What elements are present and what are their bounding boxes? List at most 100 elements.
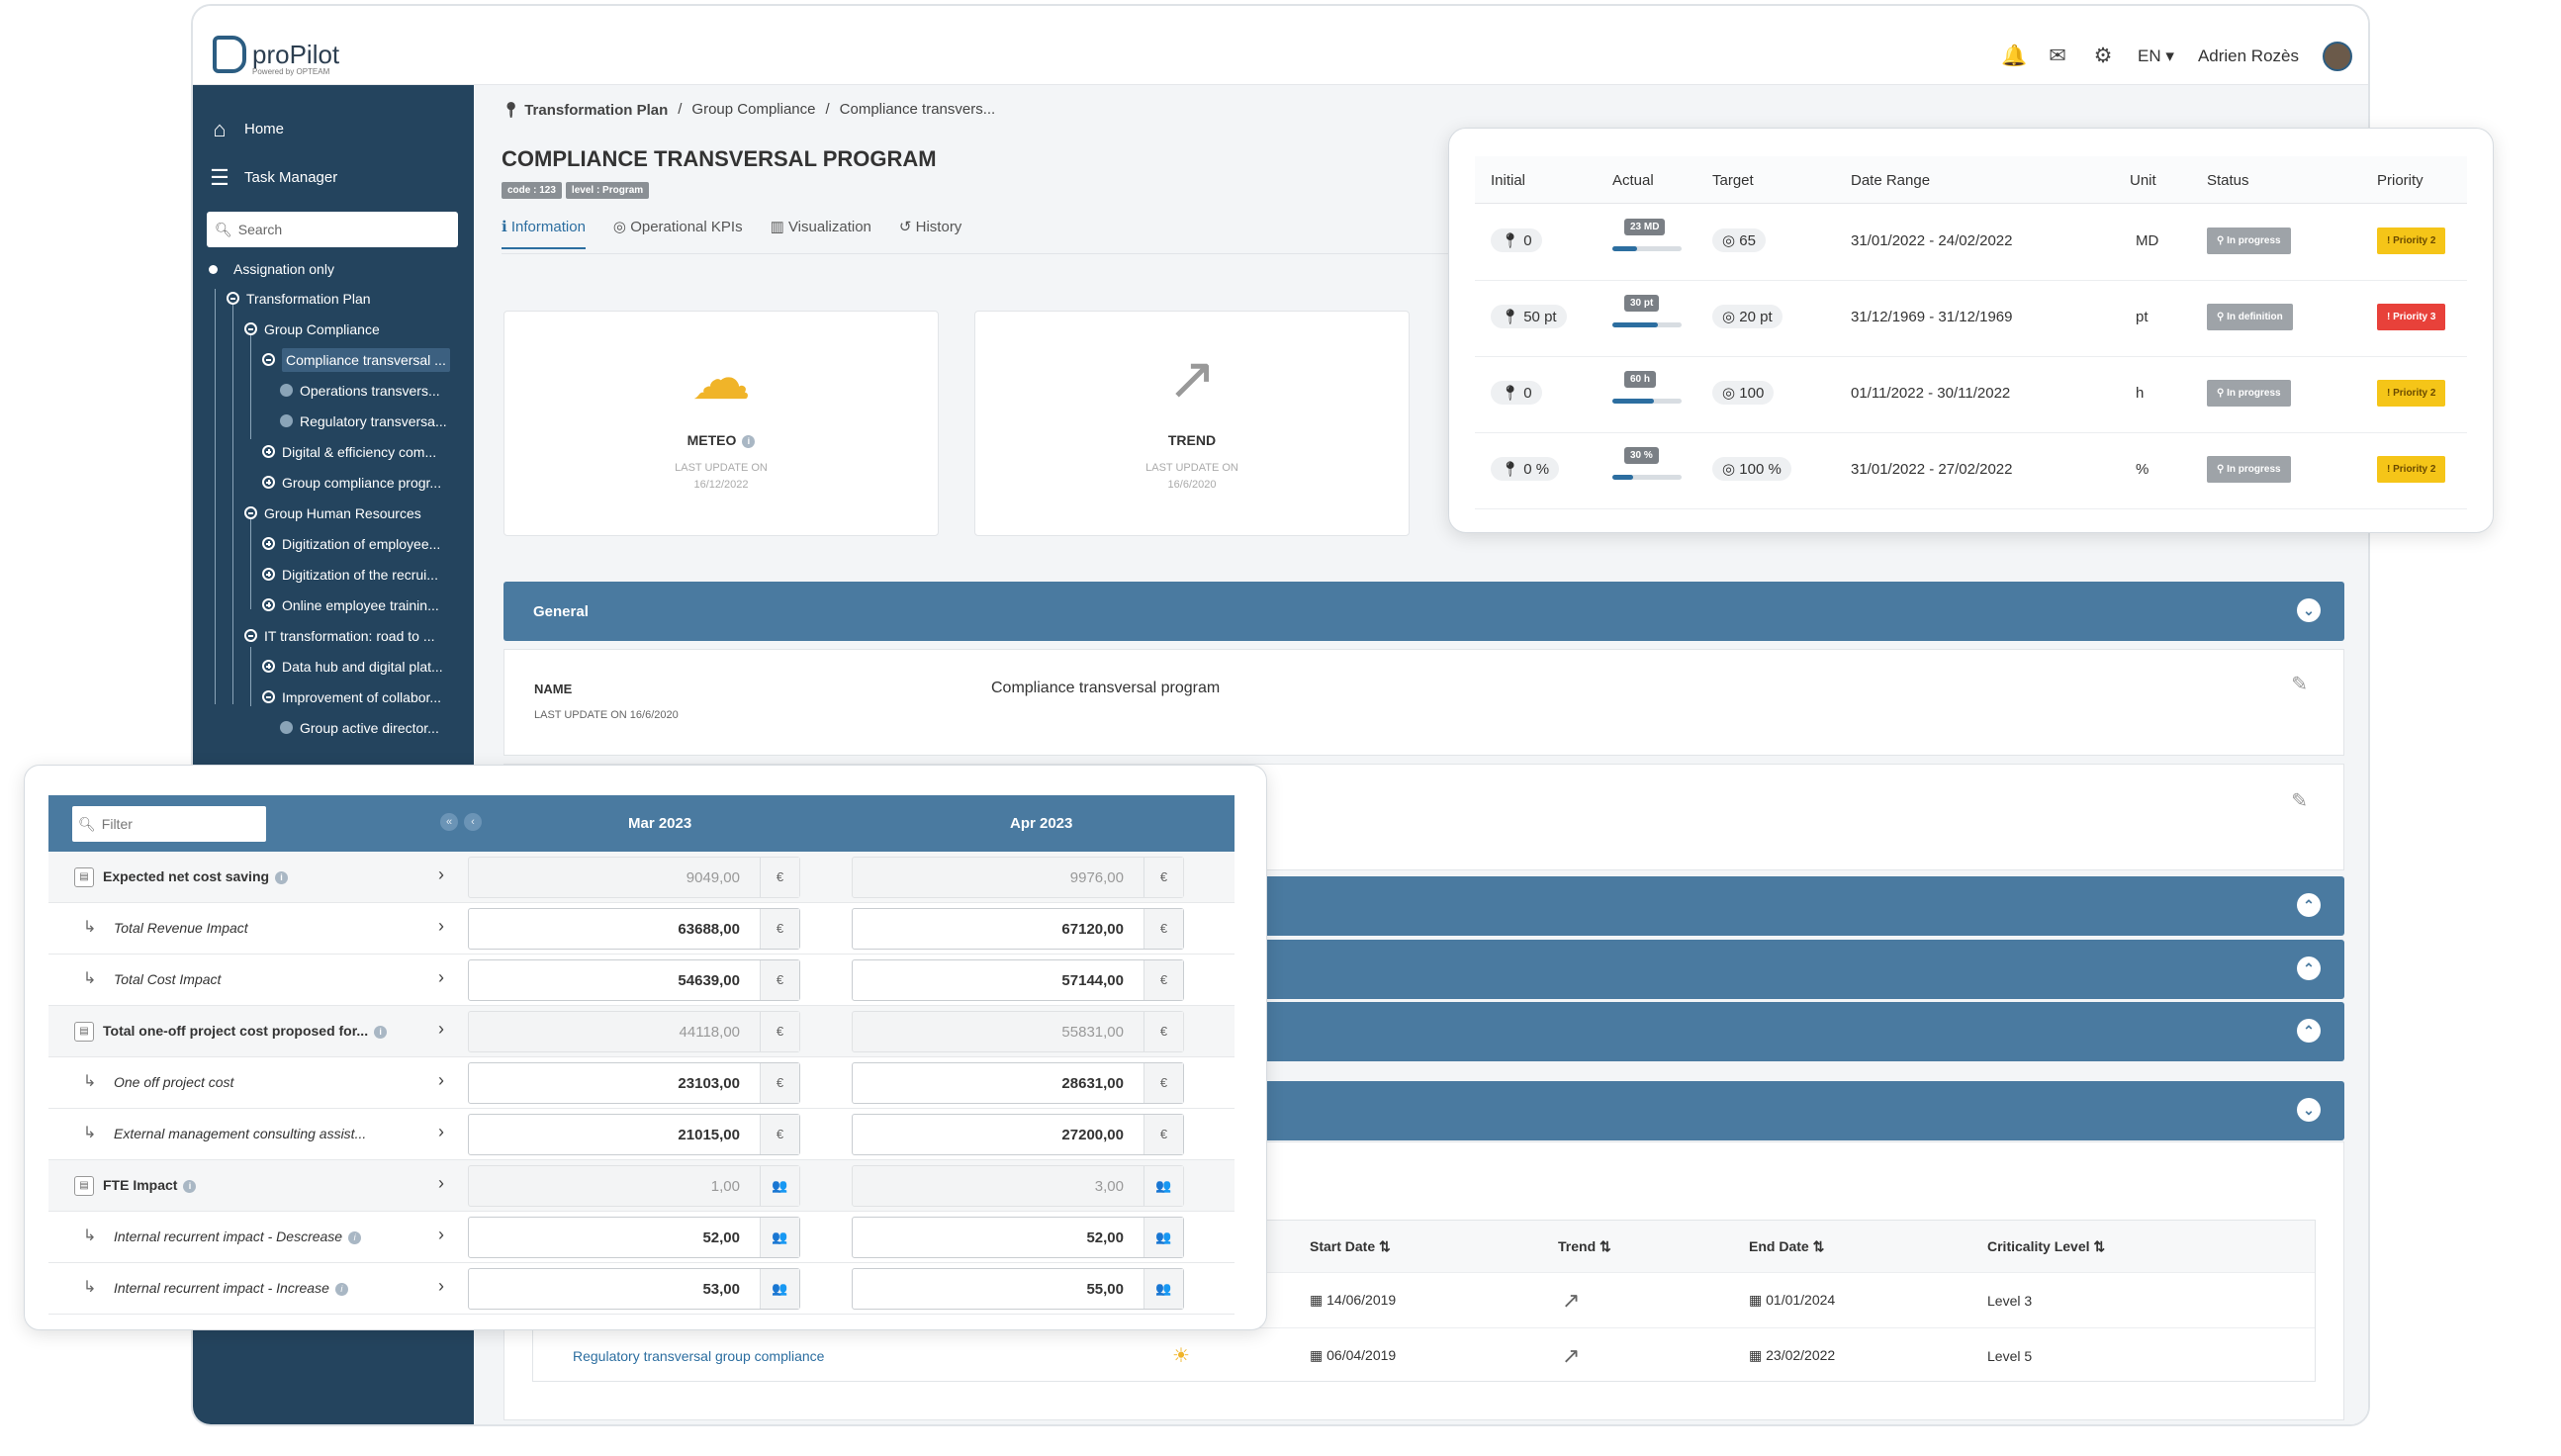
financial-row[interactable]: ▤ Total one-off project cost proposed for… xyxy=(48,1006,1235,1057)
trend-card[interactable]: ↗ TREND LAST UPDATE ON 16/6/2020 xyxy=(974,311,1410,536)
info-icon[interactable]: i xyxy=(374,1025,388,1039)
status-badge[interactable]: ⚲ In progress xyxy=(2207,456,2291,483)
tree-item[interactable]: Online employee trainin... xyxy=(193,590,474,620)
assignation-only-toggle[interactable]: Assignation only xyxy=(193,255,474,283)
col-criticality[interactable]: Criticality Level ⇅ xyxy=(1987,1238,2105,1255)
value-input-apr[interactable]: 52,00 👥 xyxy=(852,1217,1184,1258)
priority-badge[interactable]: ! Priority 3 xyxy=(2377,304,2446,330)
tree-item[interactable]: Group active director... xyxy=(193,712,474,743)
mail-icon[interactable]: ✉ xyxy=(2047,46,2068,67)
language-selector[interactable]: EN ▾ xyxy=(2138,46,2174,66)
meteo-card[interactable]: ☁ METEO i LAST UPDATE ON 16/12/2022 xyxy=(503,311,939,536)
kpi-row[interactable]: 📍︎ 0 60 h ◎ 100 01/11/2022 - 30/11/2022 h ⚲ I… xyxy=(1475,357,2467,433)
expand-chevron-icon[interactable]: › xyxy=(438,1070,444,1091)
value-input-apr[interactable]: 27200,00 € xyxy=(852,1114,1184,1155)
financial-row[interactable]: ↳ External management consulting assist..… xyxy=(48,1109,1235,1160)
expand-chevron-icon[interactable]: › xyxy=(438,864,444,885)
avatar[interactable] xyxy=(2323,42,2352,71)
tab-history[interactable]: ↺ History xyxy=(899,218,961,249)
financial-row[interactable]: ▤ Expected net cost saving i › 9049,00 € 9976,… xyxy=(48,852,1235,903)
info-icon[interactable]: i xyxy=(334,1282,348,1296)
tree-item[interactable]: Digital & efficiency com... xyxy=(193,436,474,467)
tree-item[interactable]: Group compliance progr... xyxy=(193,467,474,498)
value-input-apr[interactable]: 57144,00 € xyxy=(852,959,1184,1001)
tree-item[interactable]: Digitization of the recrui... xyxy=(193,559,474,590)
edit-icon[interactable]: ✎ xyxy=(2291,788,2308,813)
tree-item[interactable]: Group Human Resources xyxy=(193,498,474,528)
edit-icon[interactable]: ✎ xyxy=(2291,672,2308,696)
kpi-row[interactable]: 📍︎ 50 pt 30 pt ◎ 20 pt 31/12/1969 - 31/12/1… xyxy=(1475,281,2467,357)
value-input-mar[interactable]: 23103,00 € xyxy=(468,1062,800,1104)
expand-chevron-icon[interactable]: › xyxy=(438,1122,444,1142)
tab-information[interactable]: ℹ Information xyxy=(502,218,586,249)
expand-chevron-icon[interactable]: › xyxy=(438,916,444,937)
value-input-mar[interactable]: 21015,00 € xyxy=(468,1114,800,1155)
table-row[interactable]: Regulatory transversal group compliance … xyxy=(533,1327,2315,1383)
tab-visualization[interactable]: ▥ Visualization xyxy=(771,218,871,249)
financial-row[interactable]: ↳ Internal recurrent impact - Descrease i ›… xyxy=(48,1212,1235,1263)
priority-badge[interactable]: ! Priority 2 xyxy=(2377,456,2446,483)
value-input-mar[interactable]: 53,00 👥 xyxy=(468,1268,800,1310)
chevron-up-icon[interactable]: ⌃ xyxy=(2297,893,2321,917)
value-input-apr[interactable]: 28631,00 € xyxy=(852,1062,1184,1104)
financial-row[interactable]: ↳ Internal recurrent impact - Increase i › 5… xyxy=(48,1263,1235,1315)
tab-operational-kpis[interactable]: ◎ Operational KPIs xyxy=(613,218,743,249)
priority-badge[interactable]: ! Priority 2 xyxy=(2377,380,2446,407)
financial-row[interactable]: ▤ FTE Impact i › 1,00 👥 3,00 👥 xyxy=(48,1160,1235,1212)
tree-item[interactable]: Transformation Plan xyxy=(193,283,474,314)
status-badge[interactable]: ⚲ In progress xyxy=(2207,228,2291,254)
expand-chevron-icon[interactable]: › xyxy=(438,1019,444,1040)
tree-item[interactable]: IT transformation: road to ... xyxy=(193,620,474,651)
value-input-apr[interactable]: 67120,00 € xyxy=(852,908,1184,950)
child-project-link[interactable]: Regulatory transversal group compliance xyxy=(573,1348,824,1364)
bell-icon[interactable]: 🔔 xyxy=(2001,46,2027,67)
info-icon[interactable]: i xyxy=(348,1230,362,1244)
financial-row[interactable]: ↳ Total Revenue Impact › 63688,00 € 67120,00 € xyxy=(48,903,1235,955)
tree-item-selected[interactable]: Compliance transversal ... xyxy=(193,344,474,375)
user-name[interactable]: Adrien Rozès xyxy=(2198,46,2299,66)
chevron-up-icon[interactable]: ⌃ xyxy=(2297,1019,2321,1043)
breadcrumb-item[interactable]: Group Compliance xyxy=(691,101,815,119)
info-icon[interactable]: i xyxy=(275,870,289,884)
expand-chevron-icon[interactable]: › xyxy=(438,1173,444,1194)
gear-icon[interactable]: ⚙ xyxy=(2092,46,2114,67)
kpi-row[interactable]: 📍︎ 0 23 MD ◎ 65 31/01/2022 - 24/02/2022 MD ⚲ … xyxy=(1475,205,2467,281)
expand-chevron-icon[interactable]: › xyxy=(438,1276,444,1297)
value-input-mar[interactable]: 63688,00 € xyxy=(468,908,800,950)
breadcrumb-item[interactable]: 📍︎ Transformation Plan xyxy=(502,101,668,119)
value-input-apr[interactable]: 55,00 👥 xyxy=(852,1268,1184,1310)
tree-item[interactable]: Operations transvers... xyxy=(193,375,474,406)
expand-chevron-icon[interactable]: › xyxy=(438,1225,444,1245)
filter-input[interactable]: 🔍︎ Filter xyxy=(72,806,266,842)
first-page-icon[interactable]: « xyxy=(440,813,458,831)
financial-row[interactable]: ↳ One off project cost › 23103,00 € 28631,00 € xyxy=(48,1057,1235,1109)
status-badge[interactable]: ⚲ In definition xyxy=(2207,304,2293,330)
sidebar-search-input[interactable]: 🔍︎ Search xyxy=(207,212,458,247)
status-badge[interactable]: ⚲ In progress xyxy=(2207,380,2291,407)
value-input-mar[interactable]: 52,00 👥 xyxy=(468,1217,800,1258)
tree-item[interactable]: Digitization of employee... xyxy=(193,528,474,559)
tree-item[interactable]: Regulatory transversa... xyxy=(193,406,474,436)
previous-page-icon[interactable]: ‹ xyxy=(464,813,482,831)
tree-item[interactable]: Improvement of collabor... xyxy=(193,682,474,712)
kpi-row[interactable]: 📍︎ 0 % 30 % ◎ 100 % 31/01/2022 - 27/02/2022… xyxy=(1475,433,2467,509)
priority-badge[interactable]: ! Priority 2 xyxy=(2377,228,2446,254)
col-start-date[interactable]: Start Date ⇅ xyxy=(1310,1238,1391,1255)
chevron-down-icon[interactable]: ⌄ xyxy=(2297,1098,2321,1122)
info-icon[interactable]: i xyxy=(183,1179,197,1193)
financial-row[interactable]: ↳ Total Cost Impact › 54639,00 € 57144,00 € xyxy=(48,955,1235,1006)
col-end-date[interactable]: End Date ⇅ xyxy=(1749,1238,1824,1255)
chevron-down-icon[interactable]: ⌄ xyxy=(2297,598,2321,622)
expand-chevron-icon[interactable]: › xyxy=(438,967,444,988)
row-label: Internal recurrent impact - Increase i xyxy=(114,1280,348,1296)
col-trend[interactable]: Trend ⇅ xyxy=(1558,1238,1611,1255)
value-input-mar[interactable]: 54639,00 € xyxy=(468,959,800,1001)
chevron-up-icon[interactable]: ⌃ xyxy=(2297,956,2321,980)
logo[interactable]: proPilot Powered by OPTEAM xyxy=(213,36,339,76)
general-section-header[interactable]: General ⌄ xyxy=(503,582,2344,641)
nav-home[interactable]: ⌂ Home xyxy=(193,105,474,153)
nav-task-manager[interactable]: ☰ Task Manager xyxy=(193,153,474,202)
tree-item[interactable]: Group Compliance xyxy=(193,314,474,344)
tree-item[interactable]: Data hub and digital plat... xyxy=(193,651,474,682)
info-icon[interactable]: i xyxy=(742,434,756,448)
